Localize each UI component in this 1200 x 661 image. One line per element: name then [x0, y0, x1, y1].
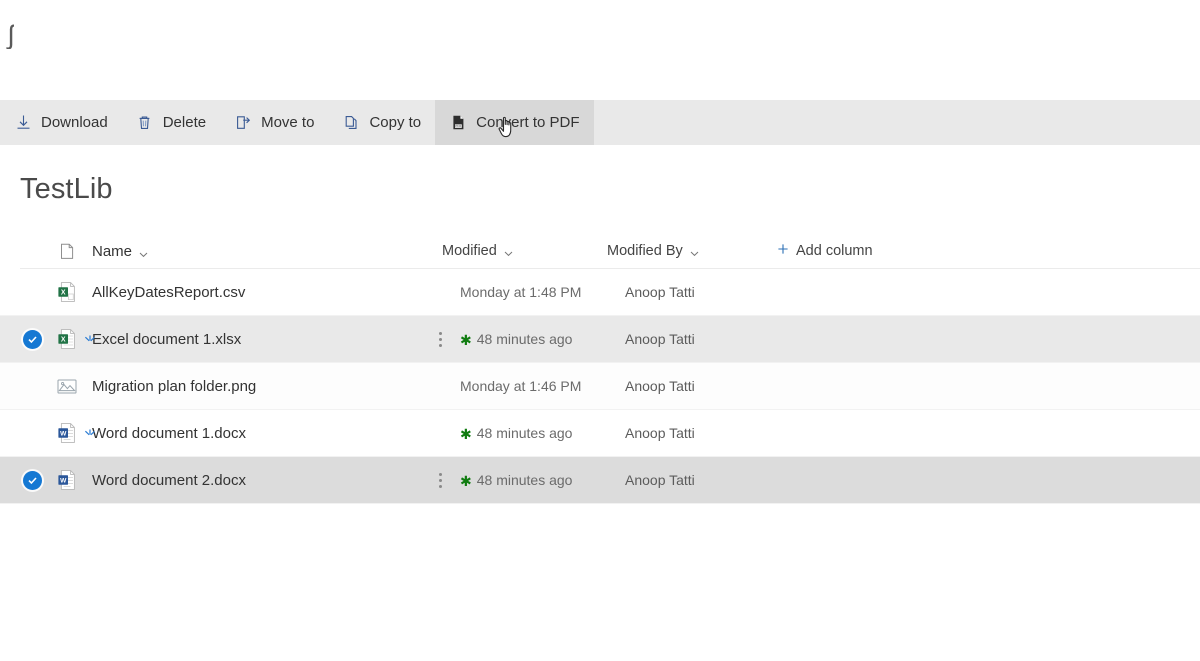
modified-label: 48 minutes ago	[476, 472, 573, 488]
new-item-star-icon: ✱	[460, 473, 472, 489]
table-row[interactable]: W Word document 1.docx ✱ 48 minutes ago …	[0, 410, 1200, 457]
file-name-label: Migration plan folder.png	[92, 377, 257, 395]
row-actions-cell[interactable]	[420, 472, 460, 488]
move-to-icon	[234, 114, 252, 132]
svg-text:W: W	[60, 431, 67, 438]
convert-to-pdf-label: Convert to PDF	[476, 114, 580, 131]
table-header-row: Name Modified Modified By Add column	[20, 234, 1200, 269]
new-item-star-icon: ✱	[460, 426, 472, 442]
move-to-label: Move to	[261, 114, 315, 131]
file-name-label: Excel document 1.xlsx	[92, 330, 242, 348]
download-button[interactable]: Download	[0, 100, 122, 145]
row-select-checkbox[interactable]	[0, 424, 44, 443]
row-actions-cell[interactable]	[420, 331, 460, 347]
file-name-label: Word document 2.docx	[92, 471, 246, 489]
row-actions-cell[interactable]	[420, 426, 460, 441]
table-row[interactable]: W Word document 2.docx ✱ 48 minutes ago …	[0, 457, 1200, 504]
new-item-star-icon: ✱	[460, 332, 472, 348]
svg-text:X: X	[61, 290, 66, 297]
modified-cell: ✱ 48 minutes ago	[460, 472, 625, 488]
add-column-button[interactable]: Add column	[777, 243, 1200, 259]
modified-label: 48 minutes ago	[476, 331, 573, 347]
modified-by-column-header[interactable]: Modified By	[607, 243, 777, 259]
download-icon	[14, 114, 32, 132]
modified-by-cell: Anoop Tatti	[625, 425, 795, 441]
chevron-down-icon	[690, 246, 699, 256]
row-actions-cell[interactable]	[420, 285, 460, 300]
convert-to-pdf-button[interactable]: PDF Convert to PDF	[435, 100, 594, 145]
chevron-down-icon	[504, 246, 513, 256]
name-column-header[interactable]: Name	[90, 243, 442, 260]
file-name-label: Word document 1.docx	[92, 424, 246, 442]
checkmark-icon	[22, 470, 42, 490]
modified-header-label: Modified	[442, 243, 497, 259]
modified-by-label: Anoop Tatti	[625, 425, 695, 441]
modified-label: Monday at 1:46 PM	[460, 378, 582, 394]
copy-to-label: Copy to	[369, 114, 422, 131]
modified-label: Monday at 1:48 PM	[460, 284, 582, 300]
more-actions-icon[interactable]	[438, 472, 442, 488]
file-name-cell[interactable]: Excel document 1.xlsx	[84, 330, 420, 348]
row-select-checkbox[interactable]	[0, 470, 44, 490]
checkmark-icon	[22, 329, 42, 349]
download-label: Download	[41, 114, 108, 131]
modified-by-cell: Anoop Tatti	[625, 378, 795, 394]
top-left-glyph-artifact: ʃ	[8, 22, 14, 49]
row-select-checkbox[interactable]	[0, 377, 44, 396]
table-row[interactable]: X AllKeyDatesReport.csv Monday at 1:48 P…	[0, 269, 1200, 316]
modified-by-cell: Anoop Tatti	[625, 284, 795, 300]
document-library-list: Name Modified Modified By Add column X A…	[0, 234, 1200, 504]
svg-text:W: W	[60, 478, 67, 485]
excel-file-icon: X	[44, 328, 90, 350]
file-name-cell[interactable]: Word document 2.docx	[90, 472, 420, 489]
more-actions-icon[interactable]	[438, 331, 442, 347]
excel-file-icon: X	[44, 281, 90, 303]
table-row[interactable]: X Excel document 1.xlsx ✱ 48 minutes ago…	[0, 316, 1200, 363]
add-column-label: Add column	[796, 243, 873, 259]
modified-cell: ✱ 48 minutes ago	[460, 425, 625, 441]
trash-icon	[136, 114, 154, 132]
word-file-icon: W	[44, 469, 90, 491]
row-select-checkbox[interactable]	[0, 283, 44, 302]
delete-button[interactable]: Delete	[122, 100, 220, 145]
delete-label: Delete	[162, 114, 207, 131]
modified-column-header[interactable]: Modified	[442, 243, 607, 259]
svg-text:PDF: PDF	[455, 124, 461, 128]
file-type-header-icon[interactable]	[44, 243, 90, 260]
row-actions-cell[interactable]	[420, 379, 460, 394]
command-bar: Download Delete Move to Copy to PDF Conv…	[0, 100, 1200, 145]
modified-by-label: Anoop Tatti	[625, 284, 695, 300]
pdf-file-icon: PDF	[449, 114, 467, 132]
modified-by-label: Anoop Tatti	[625, 378, 695, 394]
modified-label: 48 minutes ago	[476, 425, 573, 441]
modified-cell: ✱ 48 minutes ago	[460, 331, 625, 347]
name-header-label: Name	[92, 242, 133, 260]
modified-by-label: Anoop Tatti	[625, 472, 695, 488]
copy-to-icon	[342, 114, 360, 132]
file-name-cell[interactable]: Migration plan folder.png	[90, 378, 420, 395]
move-to-button[interactable]: Move to	[220, 100, 328, 145]
modified-by-header-label: Modified By	[607, 243, 683, 259]
svg-text:X: X	[61, 337, 66, 344]
copy-to-button[interactable]: Copy to	[328, 100, 435, 145]
chevron-down-icon	[139, 246, 148, 257]
row-select-checkbox[interactable]	[0, 329, 44, 349]
file-name-label: AllKeyDatesReport.csv	[92, 283, 246, 301]
modified-by-cell: Anoop Tatti	[625, 472, 795, 488]
modified-by-label: Anoop Tatti	[625, 331, 695, 347]
modified-cell: Monday at 1:48 PM	[460, 284, 625, 300]
plus-icon	[777, 243, 789, 259]
table-row[interactable]: Migration plan folder.png Monday at 1:46…	[0, 363, 1200, 410]
modified-by-cell: Anoop Tatti	[625, 331, 795, 347]
word-file-icon: W	[44, 422, 90, 444]
file-name-cell[interactable]: Word document 1.docx	[84, 424, 420, 442]
page-title: TestLib	[20, 173, 113, 205]
modified-cell: Monday at 1:46 PM	[460, 378, 625, 394]
image-file-icon	[44, 376, 90, 396]
file-name-cell[interactable]: AllKeyDatesReport.csv	[90, 284, 420, 301]
